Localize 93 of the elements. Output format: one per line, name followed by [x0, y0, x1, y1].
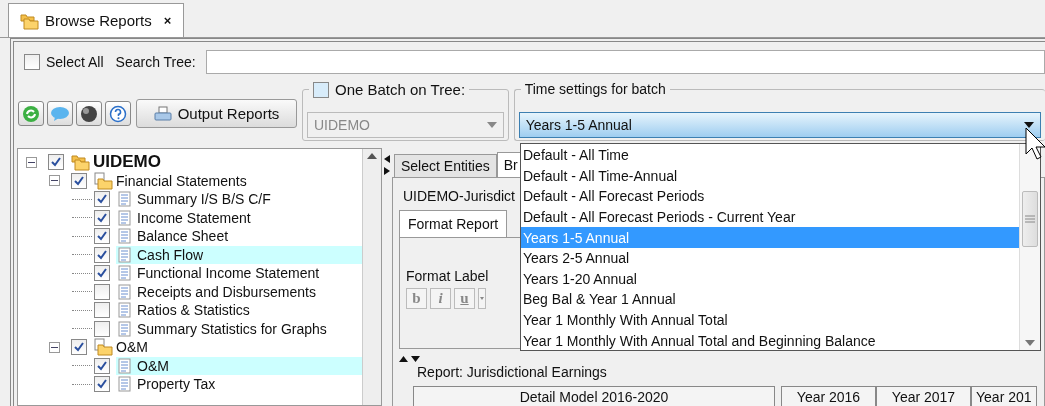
checkbox[interactable]	[48, 154, 64, 171]
output-reports-button[interactable]: Output Reports	[136, 99, 297, 128]
check-icon	[96, 248, 108, 261]
checkbox[interactable]	[71, 172, 87, 189]
menu-option[interactable]: Year 1 Monthly With Annual Total	[521, 309, 1019, 331]
menu-option[interactable]: Year 1 Monthly With Annual Total and Beginning Balance	[521, 330, 1019, 351]
search-field[interactable]	[205, 50, 1045, 74]
tree-folder-label[interactable]: UIDEMO	[93, 152, 161, 173]
column-header: Year 201	[971, 386, 1037, 406]
check-icon	[96, 230, 108, 243]
collapse-icon[interactable]	[49, 341, 60, 353]
speech-bubble-icon	[50, 105, 70, 122]
checkbox[interactable]	[94, 191, 110, 208]
check-icon	[96, 359, 108, 372]
document-icon	[118, 376, 131, 393]
report-title: Report: Jurisdictional Earnings	[417, 364, 608, 380]
folders-icon	[70, 153, 90, 172]
document-icon	[118, 209, 131, 226]
checkbox[interactable]	[94, 283, 110, 300]
search-tree-label: Search Tree:	[115, 54, 196, 70]
tree-item[interactable]: Receipts and Disbursements	[116, 282, 362, 301]
entity-group-label: UIDEMO-Jurisdict	[403, 188, 515, 204]
scrollbar-thumb[interactable]	[1022, 191, 1038, 247]
tree-item[interactable]: Functional Income Statement	[116, 264, 362, 283]
document-icon	[118, 246, 131, 263]
panel-tab[interactable]: Select Entities	[394, 154, 497, 177]
check-icon	[73, 174, 85, 187]
printer-icon	[153, 105, 172, 122]
tree-item[interactable]: O&M	[116, 356, 362, 375]
check-icon	[96, 193, 108, 206]
checkbox[interactable]	[313, 81, 329, 98]
column-header: Year 2016	[781, 386, 876, 406]
select-all-label: Select All	[46, 54, 104, 70]
sphere-icon	[80, 104, 98, 123]
checkbox[interactable]	[94, 357, 110, 374]
caret-icon	[486, 122, 497, 128]
tree-item[interactable]: Ratios & Statistics	[116, 301, 362, 320]
menu-option[interactable]: Default - All Forecast Periods - Current Year	[521, 206, 1019, 228]
tree-item[interactable]: Cash Flow	[116, 245, 362, 264]
column-header: Year 2017	[876, 386, 971, 406]
menu-option[interactable]: Years 2-5 Annual	[521, 247, 1019, 269]
format-tab[interactable]: Format Report	[399, 210, 508, 237]
checkbox[interactable]	[24, 54, 40, 70]
checkbox[interactable]	[94, 302, 110, 319]
menu-option[interactable]: Beg Bal & Year 1 Annual	[521, 289, 1019, 310]
check-icon	[73, 341, 85, 354]
caret-icon[interactable]	[478, 288, 486, 309]
tree-folder-label[interactable]: Financial Statements	[116, 172, 247, 189]
browse-reports-tab[interactable]: Browse Reports ×	[8, 3, 185, 37]
check-icon	[96, 378, 108, 391]
collapse-icon[interactable]	[26, 156, 37, 168]
checkbox[interactable]	[94, 246, 110, 263]
one-batch-label: One Batch on Tree:	[335, 81, 466, 98]
menu-option[interactable]: Years 1-20 Annual	[521, 268, 1019, 290]
checkbox[interactable]	[94, 228, 110, 245]
collapse-icon[interactable]	[49, 175, 60, 187]
document-icon	[118, 320, 131, 337]
time-settings-dropdown[interactable]: Years 1-5 Annual	[518, 112, 1041, 138]
tree-item[interactable]: Summary Statistics for Graphs	[116, 319, 362, 338]
checkbox[interactable]	[94, 320, 110, 337]
help-icon	[109, 104, 127, 123]
checkbox[interactable]	[94, 209, 110, 226]
folder-document-icon	[93, 338, 113, 357]
checkbox[interactable]	[94, 265, 110, 282]
check-icon	[96, 267, 108, 280]
format-label-title: Format Label	[406, 268, 489, 284]
close-icon[interactable]: ×	[163, 13, 172, 28]
tree-item[interactable]: Balance Sheet	[116, 227, 362, 246]
checkbox[interactable]	[94, 376, 110, 393]
tree-folder-label[interactable]: O&M	[116, 339, 148, 356]
collapse-arrows-icon[interactable]	[399, 355, 421, 362]
refresh-button[interactable]	[18, 101, 44, 126]
time-settings-label: Time settings for batch	[524, 81, 666, 97]
splitter-arrows-icon[interactable]	[383, 154, 391, 176]
folders-icon	[19, 11, 39, 30]
help-button[interactable]	[105, 101, 131, 126]
document-icon	[118, 191, 131, 208]
document-icon	[118, 283, 131, 300]
folder-document-icon	[93, 171, 113, 190]
column-header: Detail Model 2016-2020	[413, 386, 775, 406]
tree-item[interactable]: Summary I/S B/S C/F	[116, 190, 362, 209]
check-icon	[96, 211, 108, 224]
recycle-icon	[22, 104, 40, 123]
theme-button[interactable]	[76, 101, 102, 126]
document-icon	[118, 228, 131, 245]
menu-option[interactable]: Default - All Forecast Periods	[521, 186, 1019, 207]
check-icon	[50, 156, 62, 169]
document-icon	[118, 302, 131, 319]
document-icon	[118, 265, 131, 282]
tree-item[interactable]: Income Statement	[116, 208, 362, 227]
checkbox[interactable]	[71, 339, 87, 356]
document-icon	[118, 357, 131, 374]
tree-item[interactable]: Property Tax	[116, 375, 362, 394]
